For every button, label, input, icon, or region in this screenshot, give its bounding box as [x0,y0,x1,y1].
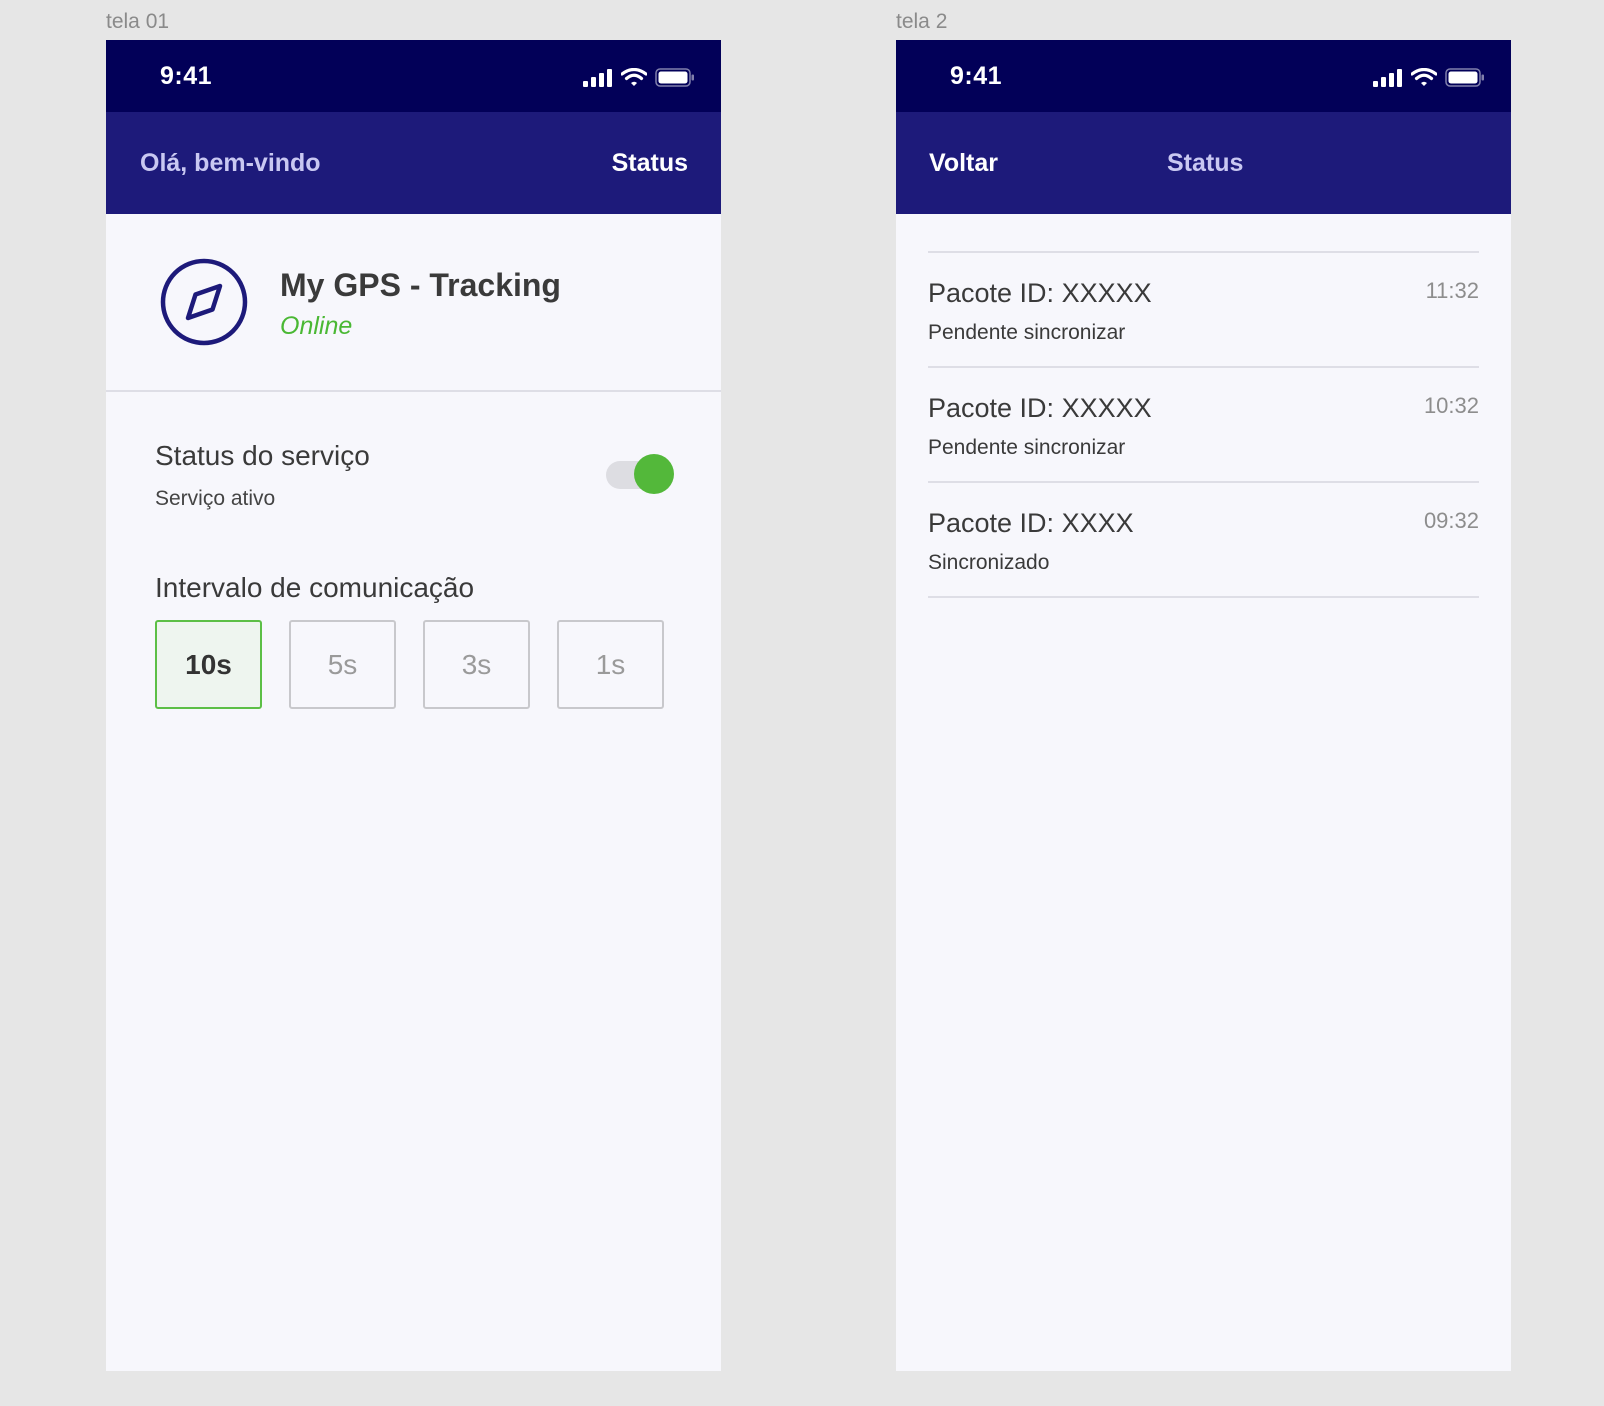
screen-status: 9:41 Voltar Status Pacote ID: XXXXX Pend… [896,40,1511,1371]
cellular-signal-icon [583,68,612,87]
package-item[interactable]: Pacote ID: XXXXX Pendente sincronizar 11… [928,253,1479,368]
cellular-signal-icon [1373,68,1402,87]
navbar: Olá, bem-vindo Status [106,112,721,214]
package-list: Pacote ID: XXXXX Pendente sincronizar 11… [928,251,1479,598]
screen-home: 9:41 Olá, bem-vindo Status My GPS - Trac… [106,40,721,1371]
system-icons [583,68,695,87]
interval-option-3s[interactable]: 3s [423,620,530,709]
package-id: Pacote ID: XXXXX [928,393,1152,423]
package-time: 11:32 [1425,278,1479,303]
interval-title: Intervalo de comunicação [155,572,475,603]
package-state: Sincronizado [928,551,1050,574]
wifi-icon [621,68,647,86]
app-title: My GPS - Tracking [280,267,561,303]
interval-option-5s[interactable]: 5s [289,620,396,709]
greeting-text: Olá, bem-vindo [140,149,321,177]
interval-option-10s[interactable]: 10s [155,620,262,709]
interval-options: 10s 5s 3s 1s [155,620,664,709]
status-bar-time: 9:41 [160,62,213,90]
service-status-subtitle: Serviço ativo [155,487,276,510]
page-title: Status [1167,149,1244,177]
battery-icon [655,68,694,87]
status-bar-time: 9:41 [950,62,1003,90]
app-header: My GPS - Tracking Online [106,214,721,392]
battery-icon [1445,68,1484,87]
navbar: Voltar Status [896,112,1511,214]
frame-label-tela-01: tela 01 [106,10,170,33]
package-item[interactable]: Pacote ID: XXXX Sincronizado 09:32 [928,483,1479,598]
package-state: Pendente sincronizar [928,436,1126,459]
status-bar: 9:41 [106,40,721,112]
service-toggle[interactable] [606,454,674,496]
package-time: 10:32 [1423,393,1479,418]
package-id: Pacote ID: XXXXX [928,278,1152,308]
back-button[interactable]: Voltar [929,149,998,178]
status-nav-link[interactable]: Status [612,149,688,178]
status-bar: 9:41 [896,40,1511,112]
connection-status: Online [280,312,353,340]
toggle-knob [634,454,674,494]
frame-label-tela-2: tela 2 [896,10,948,33]
system-icons [1373,68,1485,87]
wifi-icon [1411,68,1437,86]
compass-icon [160,258,248,346]
service-status-title: Status do serviço [155,440,370,471]
package-time: 09:32 [1423,508,1479,533]
interval-option-1s[interactable]: 1s [557,620,664,709]
package-state: Pendente sincronizar [928,321,1126,344]
package-id: Pacote ID: XXXX [928,508,1134,538]
package-item[interactable]: Pacote ID: XXXXX Pendente sincronizar 10… [928,368,1479,483]
